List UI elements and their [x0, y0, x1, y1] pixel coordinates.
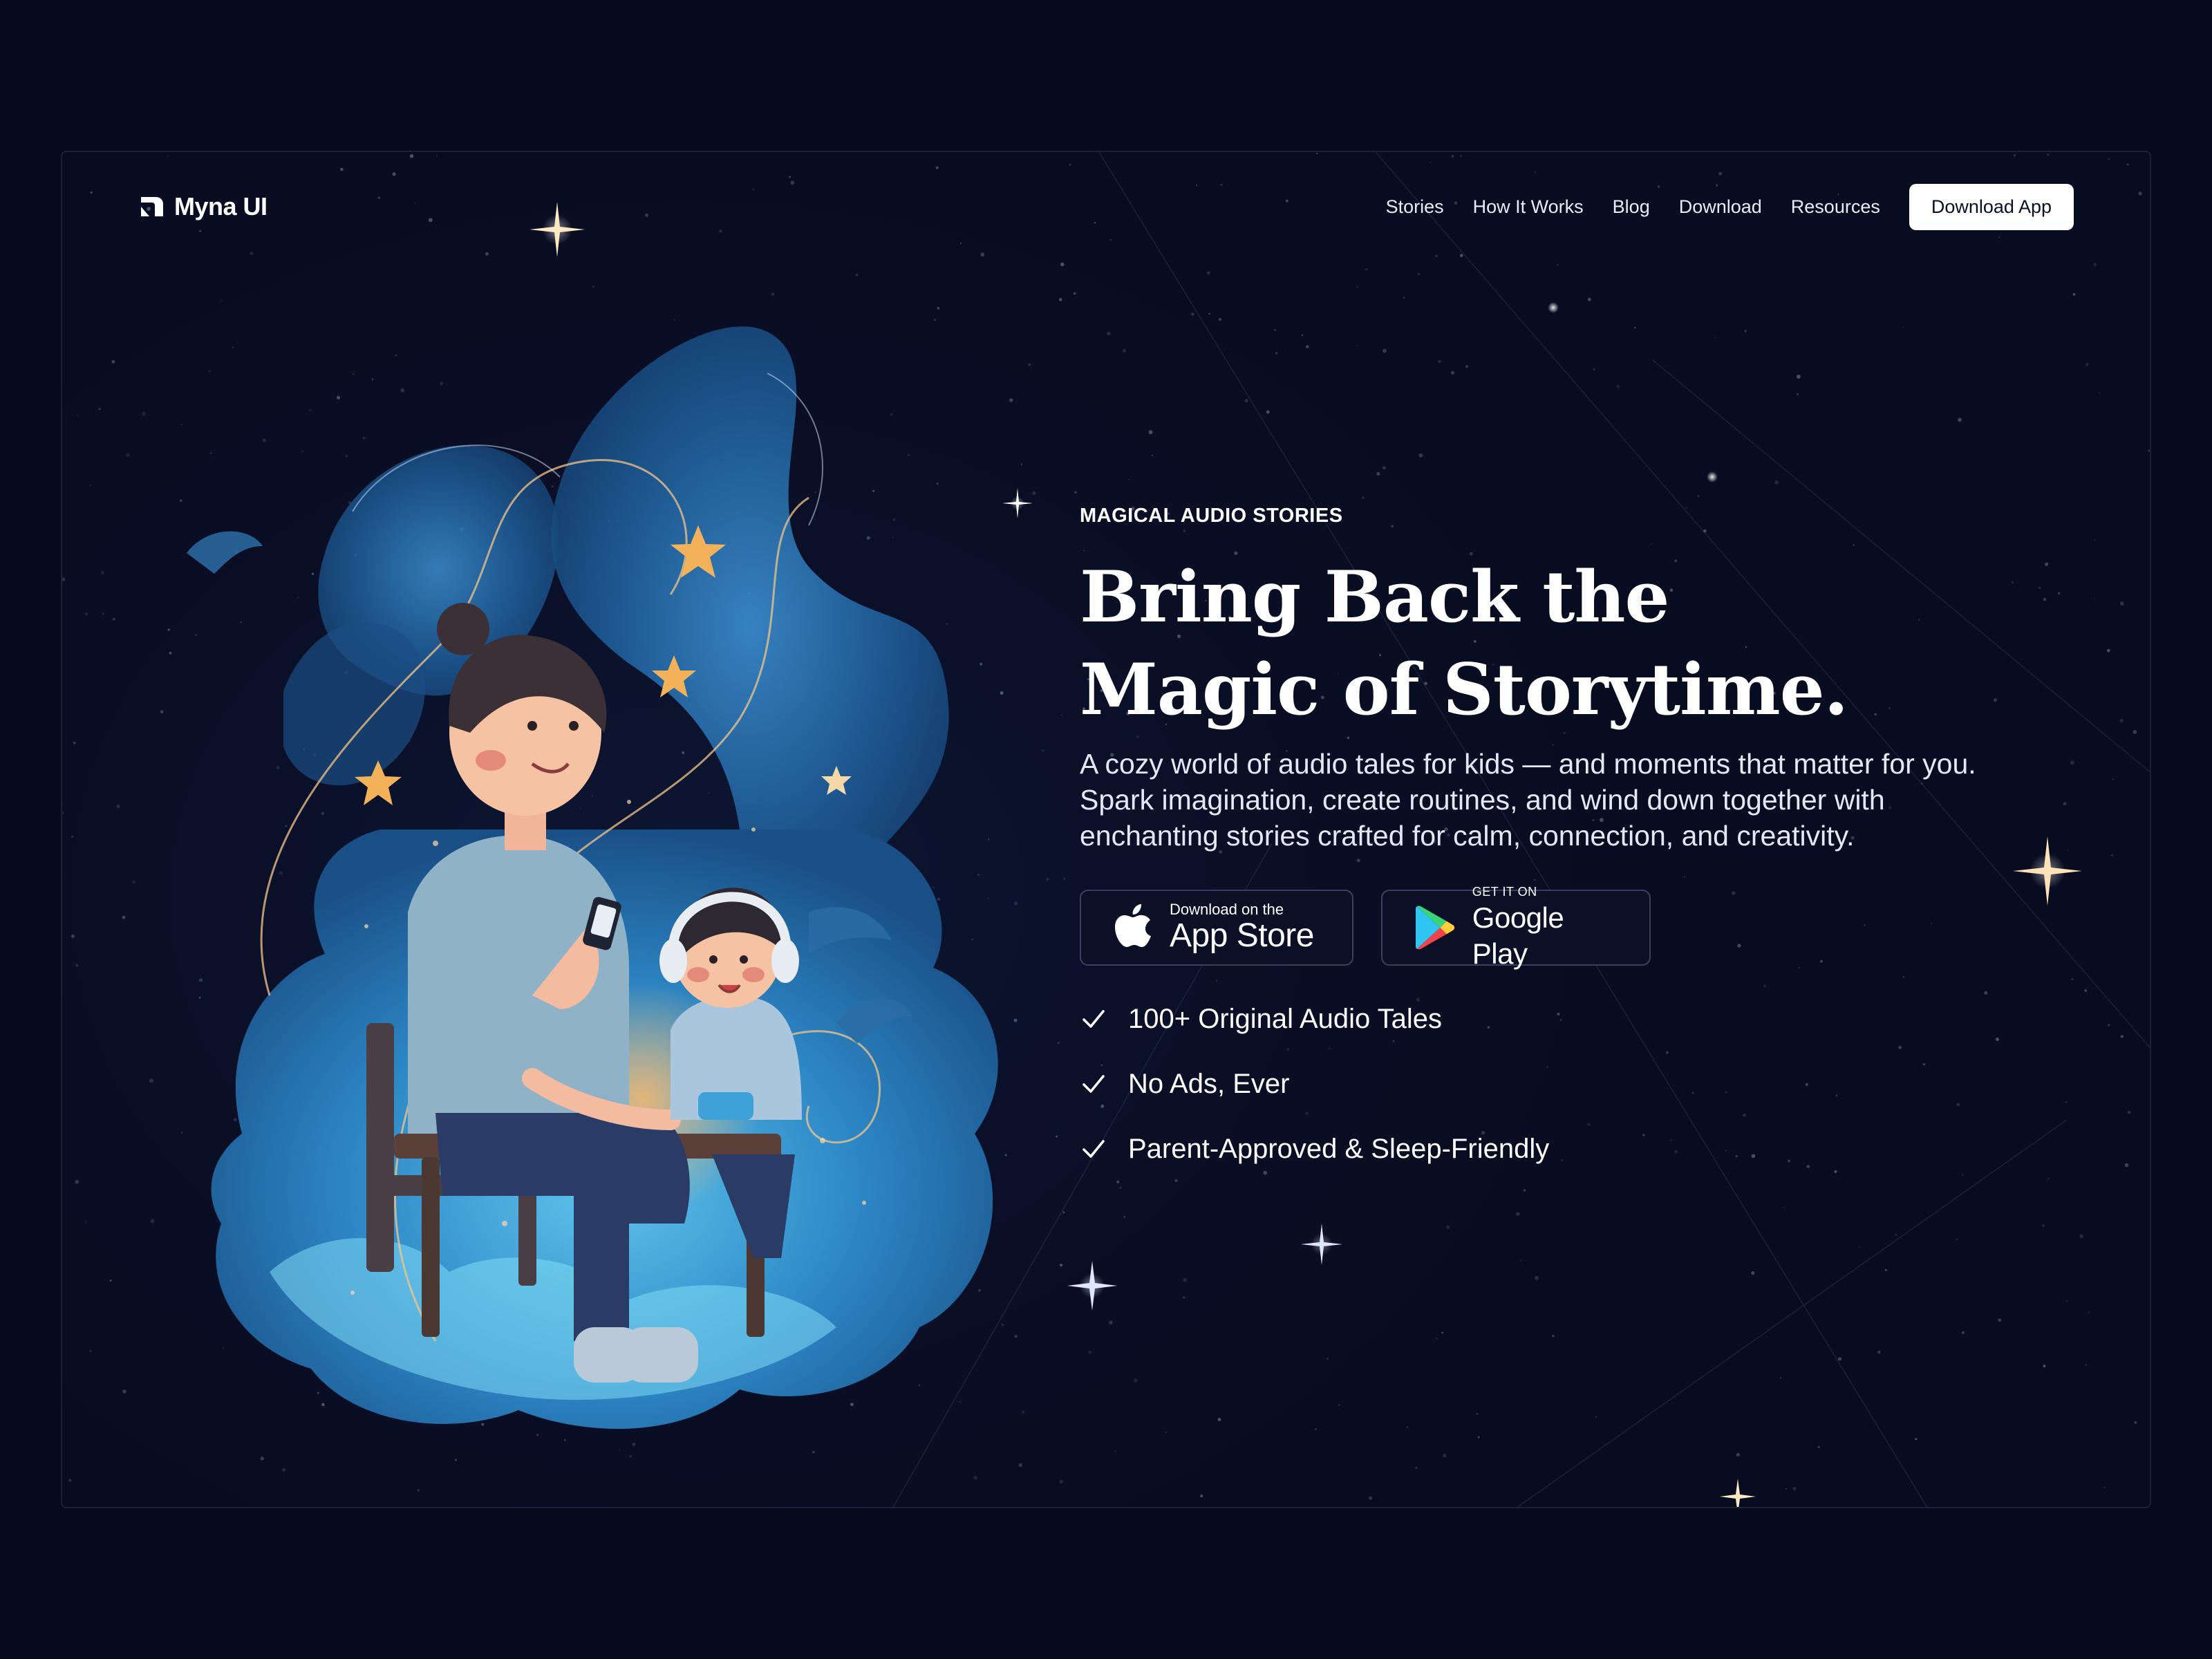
google-play-icon — [1416, 906, 1455, 950]
feature-item: No Ads, Ever — [1080, 1067, 2082, 1101]
nav-link-resources[interactable]: Resources — [1791, 196, 1880, 218]
check-icon — [1082, 1140, 1105, 1158]
check-icon — [1082, 1010, 1105, 1028]
hero-description: A cozy world of audio tales for kids — a… — [1080, 748, 1976, 852]
app-store-small-text: Download on the — [1170, 901, 1284, 918]
hero-title-line-1: Bring Back the — [1080, 556, 1669, 639]
feature-item: 100+ Original Audio Tales — [1080, 1002, 2082, 1036]
download-app-button[interactable]: Download App — [1909, 184, 2074, 230]
feature-text: Parent-Approved & Sleep-Friendly — [1128, 1133, 1550, 1164]
hero-illustration — [187, 326, 998, 1430]
feature-item: Parent-Approved & Sleep-Friendly — [1080, 1132, 2082, 1166]
google-play-button[interactable]: GET IT ON Google Play — [1381, 885, 1651, 970]
main-nav: Stories How It Works Blog Download Resou… — [1386, 184, 2074, 230]
hero-title: Bring Back the Magic of Storytime. — [1080, 551, 2082, 736]
apple-icon — [1115, 904, 1151, 947]
nav-link-download[interactable]: Download — [1679, 196, 1762, 218]
google-play-small-text: GET IT ON — [1472, 885, 1537, 899]
brand-name: Myna UI — [174, 192, 268, 221]
brand-logo[interactable]: Myna UI — [138, 192, 268, 221]
feature-text: 100+ Original Audio Tales — [1128, 1003, 1443, 1034]
hero-eyebrow: MAGICAL AUDIO STORIES — [1080, 505, 1343, 527]
check-icon — [1082, 1075, 1105, 1093]
nav-link-blog[interactable]: Blog — [1613, 196, 1650, 218]
nav-link-how-it-works[interactable]: How It Works — [1473, 196, 1584, 218]
google-play-big-text: Google Play — [1472, 901, 1564, 970]
store-buttons: Download on the App Store GET IT ON Goog… — [1080, 885, 2082, 970]
nav-link-stories[interactable]: Stories — [1386, 196, 1444, 218]
hero-title-line-2: Magic of Storytime. — [1080, 648, 1848, 731]
myna-logo-icon — [141, 197, 163, 216]
hero-content: MAGICAL AUDIO STORIES Bring Back the Mag… — [1080, 505, 2082, 1197]
app-store-button[interactable]: Download on the App Store — [1080, 890, 1353, 966]
feature-list: 100+ Original Audio Tales No Ads, Ever P… — [1080, 1002, 2082, 1166]
feature-text: No Ads, Ever — [1128, 1068, 1290, 1099]
hero-panel: Myna UI Stories How It Works Blog Downlo… — [61, 151, 2151, 1508]
app-store-big-text: App Store — [1170, 917, 1314, 954]
